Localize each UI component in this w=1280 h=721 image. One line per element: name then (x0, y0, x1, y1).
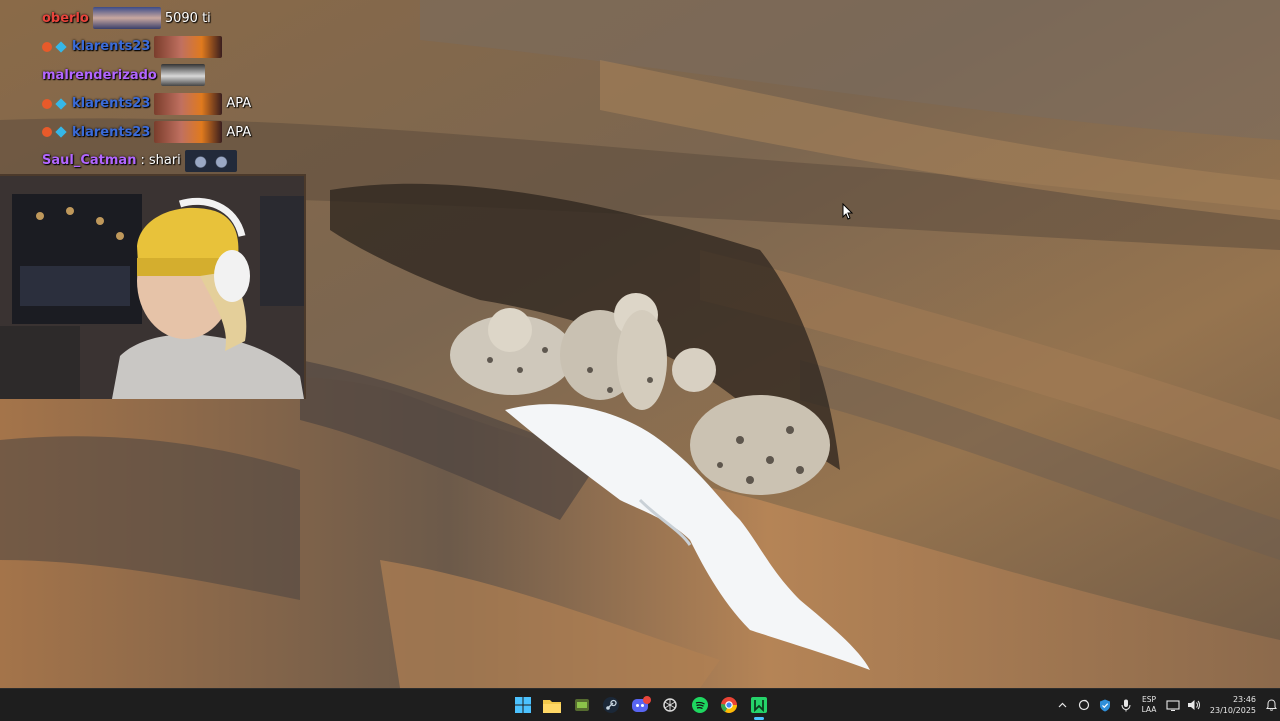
chat-badge-icon (55, 126, 67, 138)
chat-username: malrenderizado (42, 67, 157, 83)
file-explorer-icon[interactable] (538, 689, 568, 721)
chat-username: klarents23 (72, 96, 151, 112)
chatgpt-icon[interactable] (656, 689, 686, 721)
chat-username: klarents23 (72, 39, 151, 55)
chat-text: shari (148, 153, 181, 169)
chat-message: klarents23 APA (42, 118, 302, 147)
chat-message: klarents23 APA (42, 90, 302, 119)
clock-time: 23:46 (1232, 695, 1256, 704)
language-code: ESP (1141, 695, 1157, 704)
chat-message: klarents23 (42, 33, 302, 62)
chat-emote (154, 35, 223, 58)
chat-message: Saul_Catman: shari (42, 147, 302, 176)
chat-text: APA (226, 124, 252, 140)
sync-icon[interactable] (1073, 689, 1094, 721)
chat-message: malrenderizado (42, 61, 302, 90)
chat-badge-icon (42, 41, 52, 52)
chat-username: klarents23 (72, 124, 151, 140)
network-icon[interactable] (1162, 689, 1183, 721)
chat-badge-icon (42, 127, 52, 138)
discord-icon[interactable] (626, 689, 656, 721)
webcam-feed (0, 174, 306, 399)
system-clock[interactable]: 23:46 23/10/2025 (1204, 694, 1262, 716)
chat-emote (154, 121, 223, 144)
microphone-icon[interactable] (1115, 689, 1136, 721)
taskbar: ESP LAA 23:46 23/10/2025 (0, 688, 1280, 721)
chrome-icon[interactable] (715, 689, 745, 721)
chat-emote (154, 92, 223, 115)
notification-bell-icon[interactable] (1262, 689, 1280, 721)
chat-colon: : (140, 153, 145, 169)
spotify-icon[interactable] (685, 689, 715, 721)
chat-emote (92, 7, 161, 30)
input-language-indicator[interactable]: ESP LAA (1136, 695, 1162, 715)
volume-icon[interactable] (1183, 689, 1204, 721)
windows-start-icon[interactable] (508, 689, 538, 721)
chat-username: Saul_Catman (42, 153, 137, 169)
webcam-image (0, 176, 304, 399)
chat-text: APA (226, 96, 252, 112)
chat-username: oberlo (42, 10, 89, 26)
show-hidden-icons-chevron-icon[interactable] (1052, 689, 1073, 721)
chat-emote (184, 149, 237, 172)
chat-badge-icon (55, 98, 67, 110)
stream-chat-overlay: oberlo 5090 ti klarents23 malrenderizado… (42, 4, 302, 175)
clock-date: 23/10/2025 (1209, 706, 1256, 715)
chat-badge-icon (42, 98, 52, 109)
steam-icon[interactable] (597, 689, 627, 721)
obs-green-icon[interactable] (744, 689, 774, 721)
system-tray: ESP LAA 23:46 23/10/2025 (1052, 689, 1280, 721)
chat-message: oberlo 5090 ti (42, 4, 302, 33)
chat-text: 5090 ti (164, 10, 211, 26)
taskbar-pinned-apps (508, 689, 774, 721)
mouse-cursor-icon (842, 203, 854, 220)
security-shield-icon[interactable] (1094, 689, 1115, 721)
game-app-icon[interactable] (567, 689, 597, 721)
chat-badge-icon (55, 41, 67, 53)
chat-emote (160, 64, 205, 87)
keyboard-layout-code: LAA (1141, 705, 1157, 714)
